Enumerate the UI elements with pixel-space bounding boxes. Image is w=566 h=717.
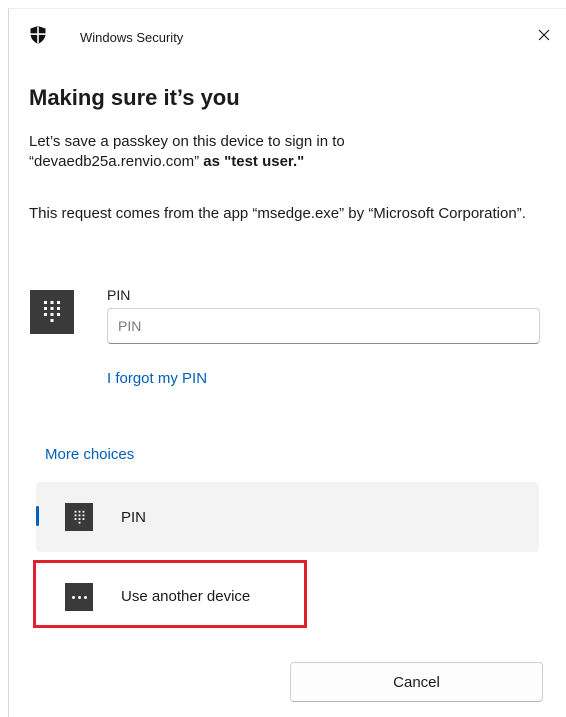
more-dots-icon: [65, 583, 93, 611]
keypad-icon: [30, 290, 74, 334]
selection-indicator: [36, 506, 39, 526]
app-title: Windows Security: [80, 30, 184, 45]
pin-input[interactable]: [107, 308, 540, 344]
title-bar: Windows Security: [9, 9, 566, 65]
site-domain: “devaedb25a.renvio.com”: [29, 153, 200, 170]
option-use-another-device-label: Use another device: [121, 588, 251, 605]
windows-security-dialog: Windows Security Making sure it’s you Le…: [8, 8, 566, 717]
close-button[interactable]: [530, 23, 558, 51]
option-pin-label: PIN: [121, 509, 147, 526]
request-origin-message: This request comes from the app “msedge.…: [29, 205, 526, 222]
passkey-message: Let’s save a passkey on this device to s…: [29, 132, 529, 172]
pin-label: PIN: [107, 287, 131, 303]
option-use-another-device[interactable]: Use another device: [36, 560, 539, 628]
windows-security-shield-icon: [30, 26, 46, 44]
cancel-button[interactable]: Cancel: [290, 662, 543, 702]
option-pin[interactable]: PIN: [36, 482, 539, 552]
keypad-icon: [65, 503, 93, 531]
passkey-message-line2: “devaedb25a.renvio.com” as "test user.": [29, 152, 529, 172]
close-icon: [538, 28, 550, 46]
user-name: as "test user.": [203, 153, 305, 170]
forgot-pin-link[interactable]: I forgot my PIN: [107, 370, 207, 387]
more-choices-link[interactable]: More choices: [45, 446, 134, 463]
dialog-heading: Making sure it’s you: [29, 85, 240, 110]
passkey-message-line1: Let’s save a passkey on this device to s…: [29, 133, 345, 150]
